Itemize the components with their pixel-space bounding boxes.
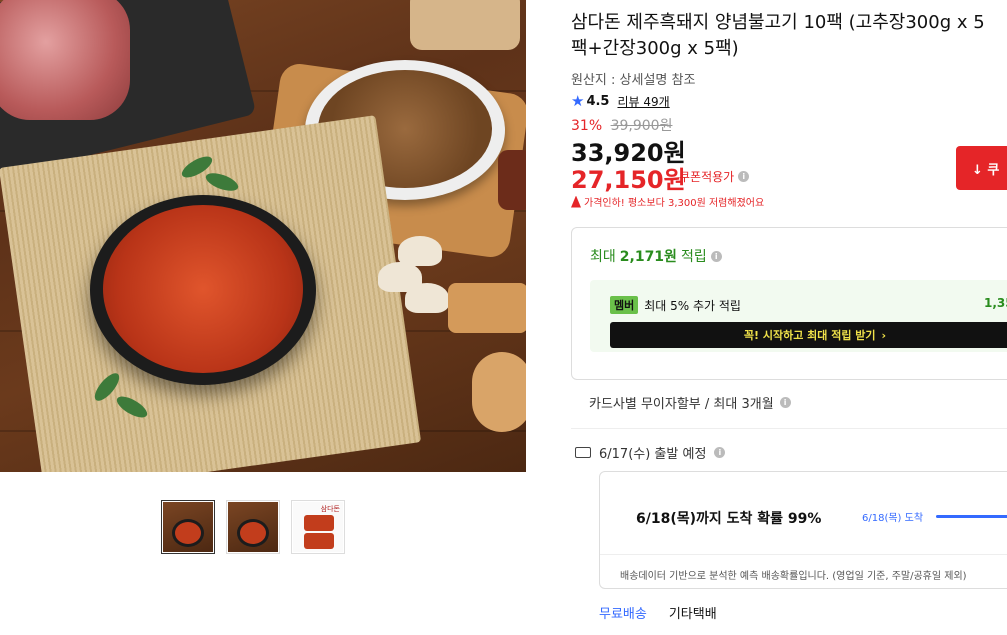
herb-jar bbox=[410, 0, 520, 50]
thumbnail-logo: 삼다돈 bbox=[320, 505, 340, 513]
coupon-price-label: 쿠폰적용가 i bbox=[679, 168, 750, 185]
truck-icon bbox=[575, 447, 591, 458]
product-info-panel: 삼다돈 제주흑돼지 양념불고기 10팩 (고추장300g x 5팩+간장300g… bbox=[571, 0, 1007, 635]
info-icon[interactable]: i bbox=[738, 171, 750, 182]
member-start-button[interactable]: 꼭! 시작하고 최대 적립 받기 › bbox=[610, 322, 1007, 348]
info-icon[interactable]: i bbox=[710, 250, 722, 262]
rating-row: ★ 4.5 리뷰 49개 bbox=[571, 92, 670, 110]
review-link[interactable]: 리뷰 49개 bbox=[617, 93, 669, 110]
member-reward-box: 멤버 최대 5% 추가 적립 1,35 꼭! 시작하고 최대 적립 받기 › bbox=[590, 280, 1007, 352]
delivery-note: 배송데이터 기반으로 분석한 예측 배송확률입니다. (영업일 기준, 주말/공… bbox=[620, 571, 967, 582]
raw-pork bbox=[0, 0, 130, 120]
delivery-probability-box: 6/18(목)까지 도착 확률 99% 6/18(목) 도착 배송데이터 기반으… bbox=[599, 471, 1007, 589]
reward-amount: 2,171원 bbox=[619, 249, 677, 265]
info-icon[interactable]: i bbox=[714, 447, 726, 458]
shipping-options: 무료배송 기타택배 bbox=[599, 603, 717, 622]
rating-score: 4.5 bbox=[586, 93, 610, 109]
chevron-right-icon: › bbox=[881, 328, 887, 342]
departure-text: 6/17(수) 출발 예정 bbox=[599, 447, 707, 462]
discount-percent: 31% bbox=[571, 118, 603, 134]
discount-row: 31% 39,900원 bbox=[571, 115, 672, 135]
coupon-download-button[interactable]: ↓ 쿠 bbox=[956, 146, 1007, 190]
installment-text: 카드사별 무이자할부 / 최대 3개월 bbox=[589, 397, 774, 412]
delivery-probability-bar bbox=[936, 515, 1007, 518]
carrier-label: 기타택배 bbox=[668, 607, 717, 622]
thumbnail-strip: 삼다돈 bbox=[161, 500, 345, 554]
installment-info: 카드사별 무이자할부 / 최대 3개월 i bbox=[589, 393, 791, 412]
price-alert-text: 가격인하! 평소보다 3,300원 저렴해졌어요 bbox=[584, 198, 765, 209]
star-icon: ★ bbox=[571, 92, 585, 110]
divider bbox=[571, 428, 1007, 429]
member-reward-text: 최대 5% 추가 적립 bbox=[644, 298, 741, 313]
delivery-probability: 6/18(목)까지 도착 확률 99% bbox=[636, 511, 822, 527]
mushroom bbox=[405, 283, 449, 313]
origin-text: 원산지 : 상세설명 참조 bbox=[571, 73, 696, 88]
member-reward-amount: 1,35 bbox=[984, 296, 1007, 310]
product-title: 삼다돈 제주흑돼지 양념불고기 10팩 (고추장300g x 5팩+간장300g… bbox=[571, 12, 985, 59]
coupon-label-text: 쿠폰적용가 bbox=[679, 170, 735, 184]
original-price: 39,900원 bbox=[610, 118, 673, 134]
coupon-price: 27,150원 bbox=[571, 166, 686, 194]
thumbnail-3[interactable]: 삼다돈 bbox=[291, 500, 345, 554]
thumbnail-2[interactable] bbox=[226, 500, 280, 554]
free-shipping-label: 무료배송 bbox=[599, 607, 647, 622]
info-icon[interactable]: i bbox=[779, 397, 791, 408]
product-main-image bbox=[0, 0, 526, 472]
thumbnail-1[interactable] bbox=[161, 500, 215, 554]
member-badge: 멤버 bbox=[610, 296, 639, 314]
reward-summary: 최대 2,171원 적립 i bbox=[590, 246, 722, 266]
reward-box: 최대 2,171원 적립 i 멤버 최대 5% 추가 적립 1,35 꼭! 시작… bbox=[571, 227, 1007, 380]
price-drop-alert: 가격인하! 평소보다 3,300원 저렴해졌어요 bbox=[571, 194, 764, 209]
delivery-mini-label: 6/18(목) 도착 bbox=[862, 513, 924, 524]
price-down-icon bbox=[571, 195, 581, 208]
shipping-departure: 6/17(수) 출발 예정 i bbox=[575, 443, 726, 462]
